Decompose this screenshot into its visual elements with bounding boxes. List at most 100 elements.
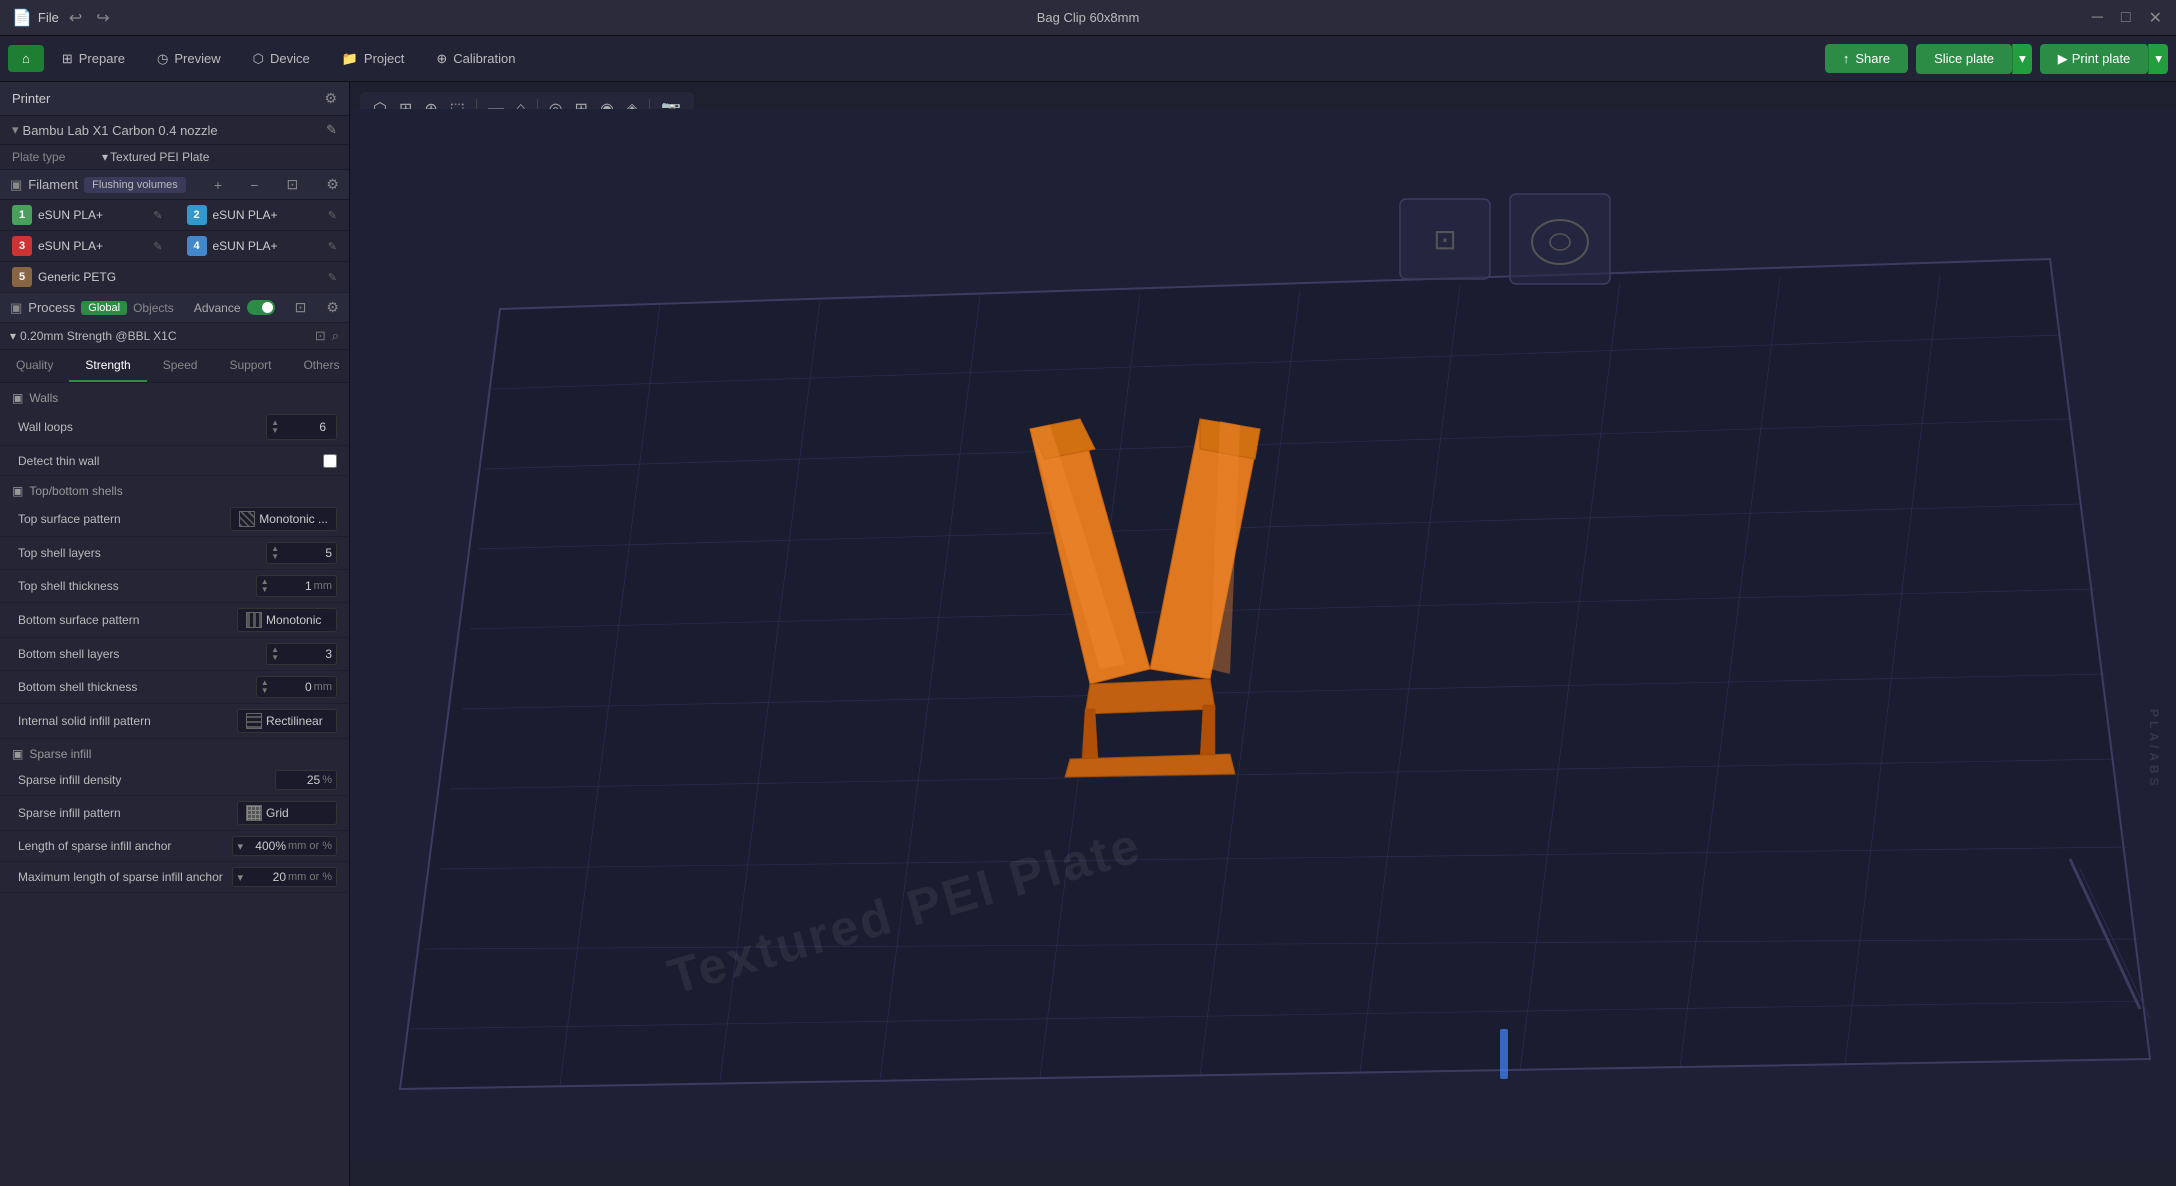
- filament-settings-icon[interactable]: ⚙: [326, 176, 339, 193]
- filament-edit-5[interactable]: ✎: [328, 271, 337, 284]
- top-surface-pattern-dropdown[interactable]: Monotonic ...: [230, 507, 337, 531]
- titlebar: 📄 File ↩ ↪ Bag Clip 60x8mm ─ □ ✕: [0, 0, 2176, 36]
- filament-item-4: 4 eSUN PLA+ ✎: [175, 231, 350, 261]
- device-tab[interactable]: ⬡ Device: [239, 45, 324, 73]
- bottom-shell-thickness-row: Bottom shell thickness ▲ ▼ 0 mm: [0, 671, 349, 704]
- max-length-sparse-label: Maximum length of sparse infill anchor: [18, 870, 232, 884]
- settings-scroll[interactable]: ▣ Walls Wall loops ▲ ▼ 6 D: [0, 383, 349, 1186]
- tab-quality[interactable]: Quality: [0, 350, 69, 382]
- bottom-shell-thickness-value: ▲ ▼ 0 mm: [256, 676, 337, 698]
- slice-plate-button[interactable]: Slice plate: [1916, 44, 2012, 74]
- top-surface-pattern-text: Monotonic ...: [259, 512, 328, 526]
- undo-button[interactable]: ↩: [65, 6, 86, 30]
- printer-name-label: Bambu Lab X1 Carbon 0.4 nozzle: [23, 123, 218, 138]
- main-layout: Printer ⚙ ▾ Bambu Lab X1 Carbon 0.4 nozz…: [0, 82, 2176, 1186]
- bottom-shell-thickness-unit: mm: [314, 681, 332, 693]
- left-panel: Printer ⚙ ▾ Bambu Lab X1 Carbon 0.4 nozz…: [0, 82, 350, 1186]
- home-button[interactable]: ⌂: [8, 45, 44, 72]
- bottom-shell-layers-spinners[interactable]: ▲ ▼: [271, 646, 279, 662]
- flushing-volumes-button[interactable]: Flushing volumes: [84, 177, 186, 193]
- filament-copy-icon[interactable]: ⊡: [287, 176, 299, 193]
- sparse-infill-density-input[interactable]: 25: [280, 773, 320, 787]
- calibration-icon: ⊕: [436, 51, 447, 67]
- printer-label: Printer: [12, 91, 50, 106]
- redo-button[interactable]: ↪: [92, 6, 113, 30]
- profile-search-icon[interactable]: ⌕: [332, 328, 339, 344]
- project-label: Project: [364, 51, 404, 66]
- wall-loops-value: ▲ ▼ 6: [266, 414, 337, 440]
- printer-settings-icon[interactable]: ⚙: [324, 90, 337, 107]
- sparse-infill-pattern-value: Grid: [237, 801, 337, 825]
- internal-solid-infill-text: Rectilinear: [266, 714, 323, 728]
- svg-text:PLA/ABS: PLA/ABS: [2147, 709, 2161, 790]
- plate-type-row: Plate type ▾ Textured PEI Plate: [0, 145, 349, 170]
- filament-label: Filament: [28, 177, 78, 192]
- filament-remove-icon[interactable]: −: [250, 177, 258, 193]
- sparse-infill-section-label: Sparse infill: [29, 747, 91, 761]
- detect-thin-wall-checkbox[interactable]: [323, 454, 337, 468]
- top-shell-thickness-spinners[interactable]: ▲ ▼: [261, 578, 269, 594]
- length-sparse-anchor-input[interactable]: 400%: [246, 839, 286, 853]
- filament-edit-3[interactable]: ✎: [153, 240, 162, 253]
- viewport[interactable]: ⬡ ⊞ ⊕ ⬚ — ⌂ ◎ ⊞ ◉ ◈ 📷: [350, 82, 2176, 1186]
- process-settings-icon[interactable]: ⚙: [326, 299, 339, 316]
- internal-solid-infill-dropdown[interactable]: Rectilinear: [237, 709, 337, 733]
- file-label[interactable]: File: [38, 10, 59, 25]
- close-button[interactable]: ✕: [2145, 6, 2166, 30]
- tab-support[interactable]: Support: [213, 350, 287, 382]
- bottom-shell-thickness-spinners[interactable]: ▲ ▼: [261, 679, 269, 695]
- wall-loops-spinners[interactable]: ▲ ▼: [271, 419, 279, 435]
- filament-num-3: 3: [12, 236, 32, 256]
- slice-dropdown-button[interactable]: ▾: [2012, 44, 2032, 74]
- tab-speed[interactable]: Speed: [147, 350, 214, 382]
- filament-edit-1[interactable]: ✎: [153, 209, 162, 222]
- process-copy-icon[interactable]: ⊡: [295, 299, 307, 316]
- detect-thin-wall-label: Detect thin wall: [18, 454, 323, 468]
- objects-badge[interactable]: Objects: [133, 301, 174, 315]
- tab-strength[interactable]: Strength: [69, 350, 146, 382]
- calibration-tab[interactable]: ⊕ Calibration: [422, 45, 529, 73]
- print-plate-button[interactable]: ▶ Print plate: [2040, 44, 2149, 74]
- advance-toggle[interactable]: [247, 300, 275, 315]
- prepare-tab[interactable]: ⊞ Prepare: [48, 45, 139, 73]
- print-dropdown-button[interactable]: ▾: [2148, 44, 2168, 74]
- sparse-infill-pattern-label: Sparse infill pattern: [18, 806, 237, 820]
- minimize-button[interactable]: ─: [2088, 6, 2107, 30]
- plate-type-value[interactable]: ▾ Textured PEI Plate: [102, 150, 209, 164]
- prepare-label: Prepare: [79, 51, 125, 66]
- preview-tab[interactable]: ◷ Preview: [143, 45, 235, 73]
- printer-edit-icon[interactable]: ✎: [326, 122, 337, 138]
- share-button[interactable]: ↑ Share: [1825, 44, 1908, 73]
- wall-loops-input[interactable]: 6: [282, 417, 332, 437]
- maximize-button[interactable]: □: [2117, 6, 2135, 30]
- window-title: Bag Clip 60x8mm: [1037, 10, 1140, 25]
- filament-item-5: 5 Generic PETG ✎: [0, 262, 349, 293]
- global-badge[interactable]: Global: [81, 301, 127, 315]
- project-tab[interactable]: 📁 Project: [328, 45, 419, 73]
- file-menu[interactable]: 📄 File ↩ ↪: [12, 6, 114, 30]
- top-shell-thickness-input[interactable]: 1: [272, 579, 312, 593]
- profile-copy-icon[interactable]: ⊡: [315, 328, 326, 344]
- sparse-infill-pattern-dropdown[interactable]: Grid: [237, 801, 337, 825]
- filament-name-1: eSUN PLA+: [38, 208, 153, 222]
- internal-solid-infill-value: Rectilinear: [237, 709, 337, 733]
- max-length-sparse-input[interactable]: 20: [246, 870, 286, 884]
- max-length-sparse-unit: mm or %: [288, 871, 332, 883]
- sparse-infill-density-unit: %: [322, 774, 332, 786]
- bottom-surface-pattern-dropdown[interactable]: Monotonic: [237, 608, 337, 632]
- bottom-shell-layers-input[interactable]: 3: [282, 647, 332, 661]
- top-shell-layers-input[interactable]: 5: [282, 546, 332, 560]
- filament-item-1: 1 eSUN PLA+ ✎: [0, 200, 175, 230]
- filament-edit-2[interactable]: ✎: [328, 209, 337, 222]
- top-shell-thickness-unit: mm: [314, 580, 332, 592]
- filament-add-icon[interactable]: +: [214, 177, 222, 193]
- tab-others[interactable]: Others: [287, 350, 350, 382]
- sparse-infill-section-title: ▣ Sparse infill: [0, 739, 349, 765]
- top-surface-pattern-label: Top surface pattern: [18, 512, 230, 526]
- top-shell-layers-spinners[interactable]: ▲ ▼: [271, 545, 279, 561]
- top-shell-layers-label: Top shell layers: [18, 546, 266, 560]
- wall-loops-label: Wall loops: [18, 420, 266, 434]
- filament-edit-4[interactable]: ✎: [328, 240, 337, 253]
- top-shell-thickness-label: Top shell thickness: [18, 579, 256, 593]
- bottom-shell-thickness-input[interactable]: 0: [272, 680, 312, 694]
